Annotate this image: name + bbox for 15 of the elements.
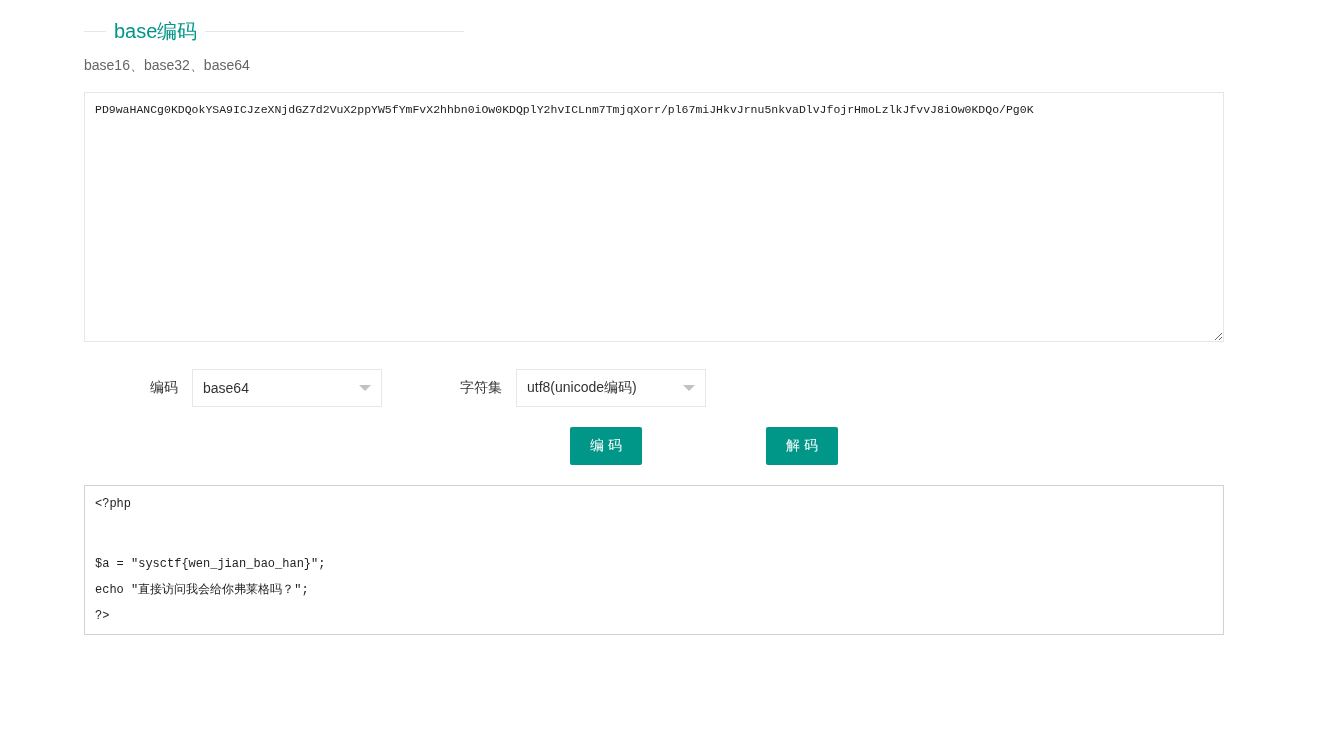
code-line: <?php [95, 496, 132, 513]
action-button[interactable]: 解 码 [766, 427, 838, 465]
field-label: 字符集 [460, 379, 502, 397]
code-line: echo "直接访问我会给你弗莱格吗？"; [95, 582, 310, 599]
section-subtitle: base16、base32、base64 [84, 57, 251, 75]
action-button[interactable]: 编 码 [570, 427, 642, 465]
section-title: base编码 [114, 19, 198, 44]
code-line: $a = "sysctf{wen_jian_bao_han}"; [95, 556, 327, 573]
dropdown[interactable]: base64 [192, 369, 382, 407]
field-label: 编码 [150, 379, 178, 397]
dropdown[interactable]: utf8(unicode编码) [516, 369, 706, 407]
caret-icon [359, 385, 371, 391]
caret-icon [683, 385, 695, 391]
input-field[interactable]: PD9waHANCg0KDQokYSA9ICJzeXNjdGZ7d2VuX2ppYW5fYmFvX2hhbn0iOw0KDQplY2hvICLnm7TmjqXorr/pl67miJHkvJrnu5nkvaDlvJfojrHmoLzlkJfvvJ8iOw0KDQo/Pg0K [84, 92, 1224, 342]
code-line: ?> [95, 608, 111, 625]
